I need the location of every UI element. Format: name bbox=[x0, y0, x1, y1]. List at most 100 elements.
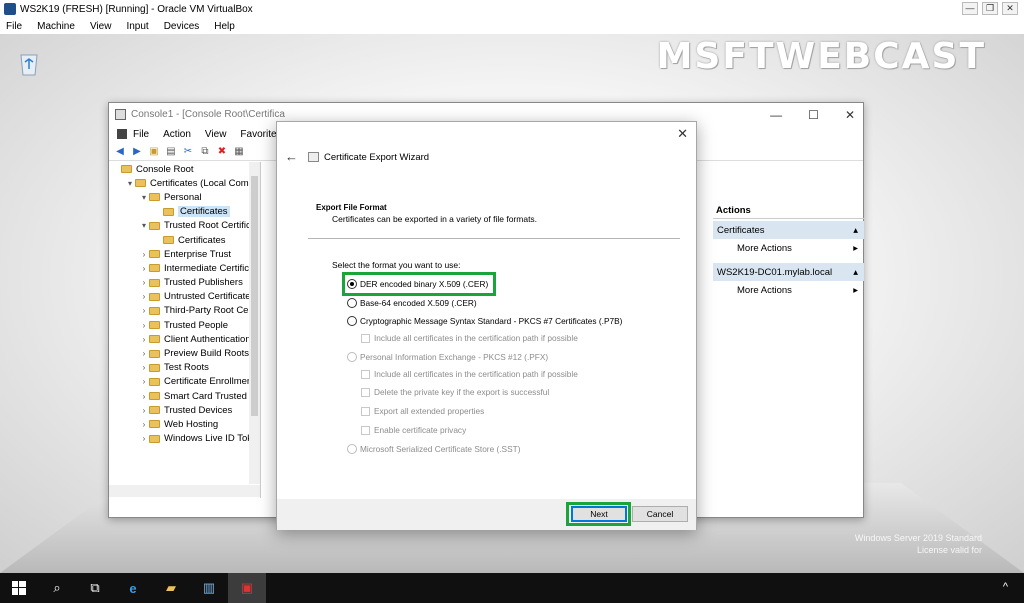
tree-node[interactable]: › Preview Build Roots bbox=[109, 346, 260, 360]
chevron-right-icon[interactable]: › bbox=[139, 250, 149, 259]
forward-arrow-icon[interactable]: ▶ bbox=[130, 146, 144, 158]
search-icon[interactable]: ⌕ bbox=[38, 573, 76, 603]
actions-section-host[interactable]: WS2K19-DC01.mylab.local ▴ bbox=[713, 263, 864, 281]
tree-node[interactable]: Certificates bbox=[109, 205, 260, 219]
tree-node[interactable]: › Third-Party Root Cert bbox=[109, 304, 260, 318]
chevron-right-icon[interactable]: › bbox=[139, 434, 149, 443]
chevron-right-icon: ▸ bbox=[853, 284, 858, 296]
actions-section-title: Certificates bbox=[717, 224, 765, 236]
tree-node[interactable]: Console Root bbox=[109, 162, 260, 176]
menu-file[interactable]: File bbox=[6, 21, 22, 32]
menu-input[interactable]: Input bbox=[126, 21, 148, 32]
folder-icon bbox=[149, 193, 160, 202]
tree-node[interactable]: › Trusted Devices bbox=[109, 403, 260, 417]
actions-section-certificates[interactable]: Certificates ▴ bbox=[713, 221, 864, 239]
tree-node[interactable]: ▾ Certificates (Local Compi bbox=[109, 176, 260, 190]
task-view-icon[interactable]: ⧉ bbox=[76, 573, 114, 603]
tree-node-label: Trusted Devices bbox=[164, 404, 233, 416]
tree-horizontal-scrollbar[interactable] bbox=[109, 485, 260, 497]
start-button[interactable] bbox=[0, 573, 38, 603]
tree-node[interactable]: ▾ Personal bbox=[109, 190, 260, 204]
mmc-maximize-button[interactable]: ☐ bbox=[808, 108, 819, 122]
tree-node[interactable]: › Smart Card Trusted R bbox=[109, 389, 260, 403]
tree-node[interactable]: › Enterprise Trust bbox=[109, 247, 260, 261]
menu-view[interactable]: View bbox=[90, 21, 112, 32]
tree-node[interactable]: › Untrusted Certificates bbox=[109, 290, 260, 304]
chevron-right-icon[interactable]: › bbox=[139, 406, 149, 415]
tree-node[interactable]: › Trusted Publishers bbox=[109, 276, 260, 290]
next-button[interactable]: Next bbox=[571, 506, 627, 522]
mmc-menu-action[interactable]: Action bbox=[163, 129, 191, 140]
minimize-button[interactable]: — bbox=[962, 2, 978, 15]
mmc-menu-view[interactable]: View bbox=[205, 129, 227, 140]
tree-node[interactable]: › Windows Live ID Toke bbox=[109, 432, 260, 446]
chevron-right-icon[interactable]: › bbox=[139, 392, 149, 401]
menu-devices[interactable]: Devices bbox=[164, 21, 200, 32]
tree-node[interactable]: › Client Authentication bbox=[109, 332, 260, 346]
tree-node[interactable]: ▾ Trusted Root Certifica bbox=[109, 219, 260, 233]
tree-node-label: Console Root bbox=[136, 163, 194, 175]
chevron-right-icon[interactable]: › bbox=[139, 335, 149, 344]
chevron-right-icon[interactable]: › bbox=[139, 306, 149, 315]
chevron-right-icon[interactable]: › bbox=[139, 377, 149, 386]
close-icon[interactable]: ✕ bbox=[677, 126, 688, 142]
chevron-right-icon[interactable]: › bbox=[139, 264, 149, 273]
tree-node[interactable]: › Test Roots bbox=[109, 361, 260, 375]
tree-node[interactable]: › Certificate Enrollment bbox=[109, 375, 260, 389]
radio-button[interactable] bbox=[347, 279, 357, 289]
cancel-button[interactable]: Cancel bbox=[632, 506, 688, 522]
chevron-right-icon[interactable]: › bbox=[139, 420, 149, 429]
mmc-taskbar-icon[interactable]: ▣ bbox=[228, 573, 266, 603]
tree-node-label: Trusted People bbox=[164, 319, 229, 331]
chevron-right-icon[interactable]: › bbox=[139, 321, 149, 330]
mmc-menu-file[interactable]: File bbox=[133, 129, 149, 140]
server-manager-icon[interactable]: ▥ bbox=[190, 573, 228, 603]
chevron-right-icon[interactable]: › bbox=[139, 278, 149, 287]
restore-button[interactable]: ❐ bbox=[982, 2, 998, 15]
folder-icon bbox=[149, 221, 160, 230]
menu-machine[interactable]: Machine bbox=[37, 21, 75, 32]
copy-icon[interactable]: ⧉ bbox=[198, 146, 212, 158]
radio-der[interactable]: DER encoded binary X.509 (.CER) bbox=[347, 279, 488, 289]
chevron-up-icon[interactable]: ^ bbox=[1003, 581, 1008, 593]
tree-node[interactable]: › Intermediate Certificati bbox=[109, 261, 260, 275]
chevron-right-icon[interactable]: › bbox=[139, 349, 149, 358]
delete-icon[interactable]: ✖ bbox=[215, 146, 229, 158]
taskbar: ⌕ ⧉ e ▰ ▥ ▣ ^ bbox=[0, 573, 1024, 603]
back-arrow-icon[interactable]: ◀ bbox=[113, 146, 127, 158]
tree-node[interactable]: Certificates bbox=[109, 233, 260, 247]
menu-help[interactable]: Help bbox=[214, 21, 235, 32]
virtualbox-icon bbox=[4, 3, 16, 15]
close-button[interactable]: ✕ bbox=[1002, 2, 1018, 15]
properties-icon[interactable]: ▦ bbox=[232, 146, 246, 158]
recycle-bin-icon[interactable] bbox=[16, 49, 42, 77]
folder-icon bbox=[149, 392, 160, 401]
back-arrow-icon[interactable]: ← bbox=[285, 149, 298, 164]
chevron-down-icon[interactable]: ▾ bbox=[139, 221, 149, 230]
radio-base64[interactable]: Base-64 encoded X.509 (.CER) bbox=[347, 298, 477, 308]
radio-button[interactable] bbox=[347, 298, 357, 308]
checkbox bbox=[361, 406, 370, 416]
radio-button[interactable] bbox=[347, 316, 357, 326]
chevron-right-icon[interactable]: › bbox=[139, 292, 149, 301]
tree-vertical-scrollbar[interactable] bbox=[249, 162, 260, 484]
chevron-down-icon[interactable]: ▾ bbox=[125, 179, 135, 188]
internet-explorer-icon[interactable]: e bbox=[114, 573, 152, 603]
more-actions-host[interactable]: More Actions ▸ bbox=[713, 281, 864, 299]
mmc-close-button[interactable]: ✕ bbox=[845, 108, 855, 122]
folder-icon bbox=[149, 335, 160, 344]
cut-icon[interactable]: ✂ bbox=[181, 146, 195, 158]
radio-pkcs7[interactable]: Cryptographic Message Syntax Standard - … bbox=[347, 316, 622, 326]
file-explorer-icon[interactable]: ▰ bbox=[152, 573, 190, 603]
show-hide-tree-icon[interactable]: ▤ bbox=[164, 146, 178, 158]
chevron-down-icon[interactable]: ▾ bbox=[139, 193, 149, 202]
up-folder-icon[interactable]: ▣ bbox=[147, 146, 161, 158]
mmc-minimize-button[interactable]: — bbox=[770, 108, 782, 122]
more-actions-certificates[interactable]: More Actions ▸ bbox=[713, 239, 864, 257]
option-label: Include all certificates in the certific… bbox=[374, 333, 578, 343]
tree-node[interactable]: › Trusted People bbox=[109, 318, 260, 332]
chevron-right-icon[interactable]: › bbox=[139, 363, 149, 372]
tree-node[interactable]: › Web Hosting bbox=[109, 417, 260, 431]
scrollbar-thumb[interactable] bbox=[251, 176, 258, 416]
console-menu-icon[interactable] bbox=[117, 129, 127, 139]
